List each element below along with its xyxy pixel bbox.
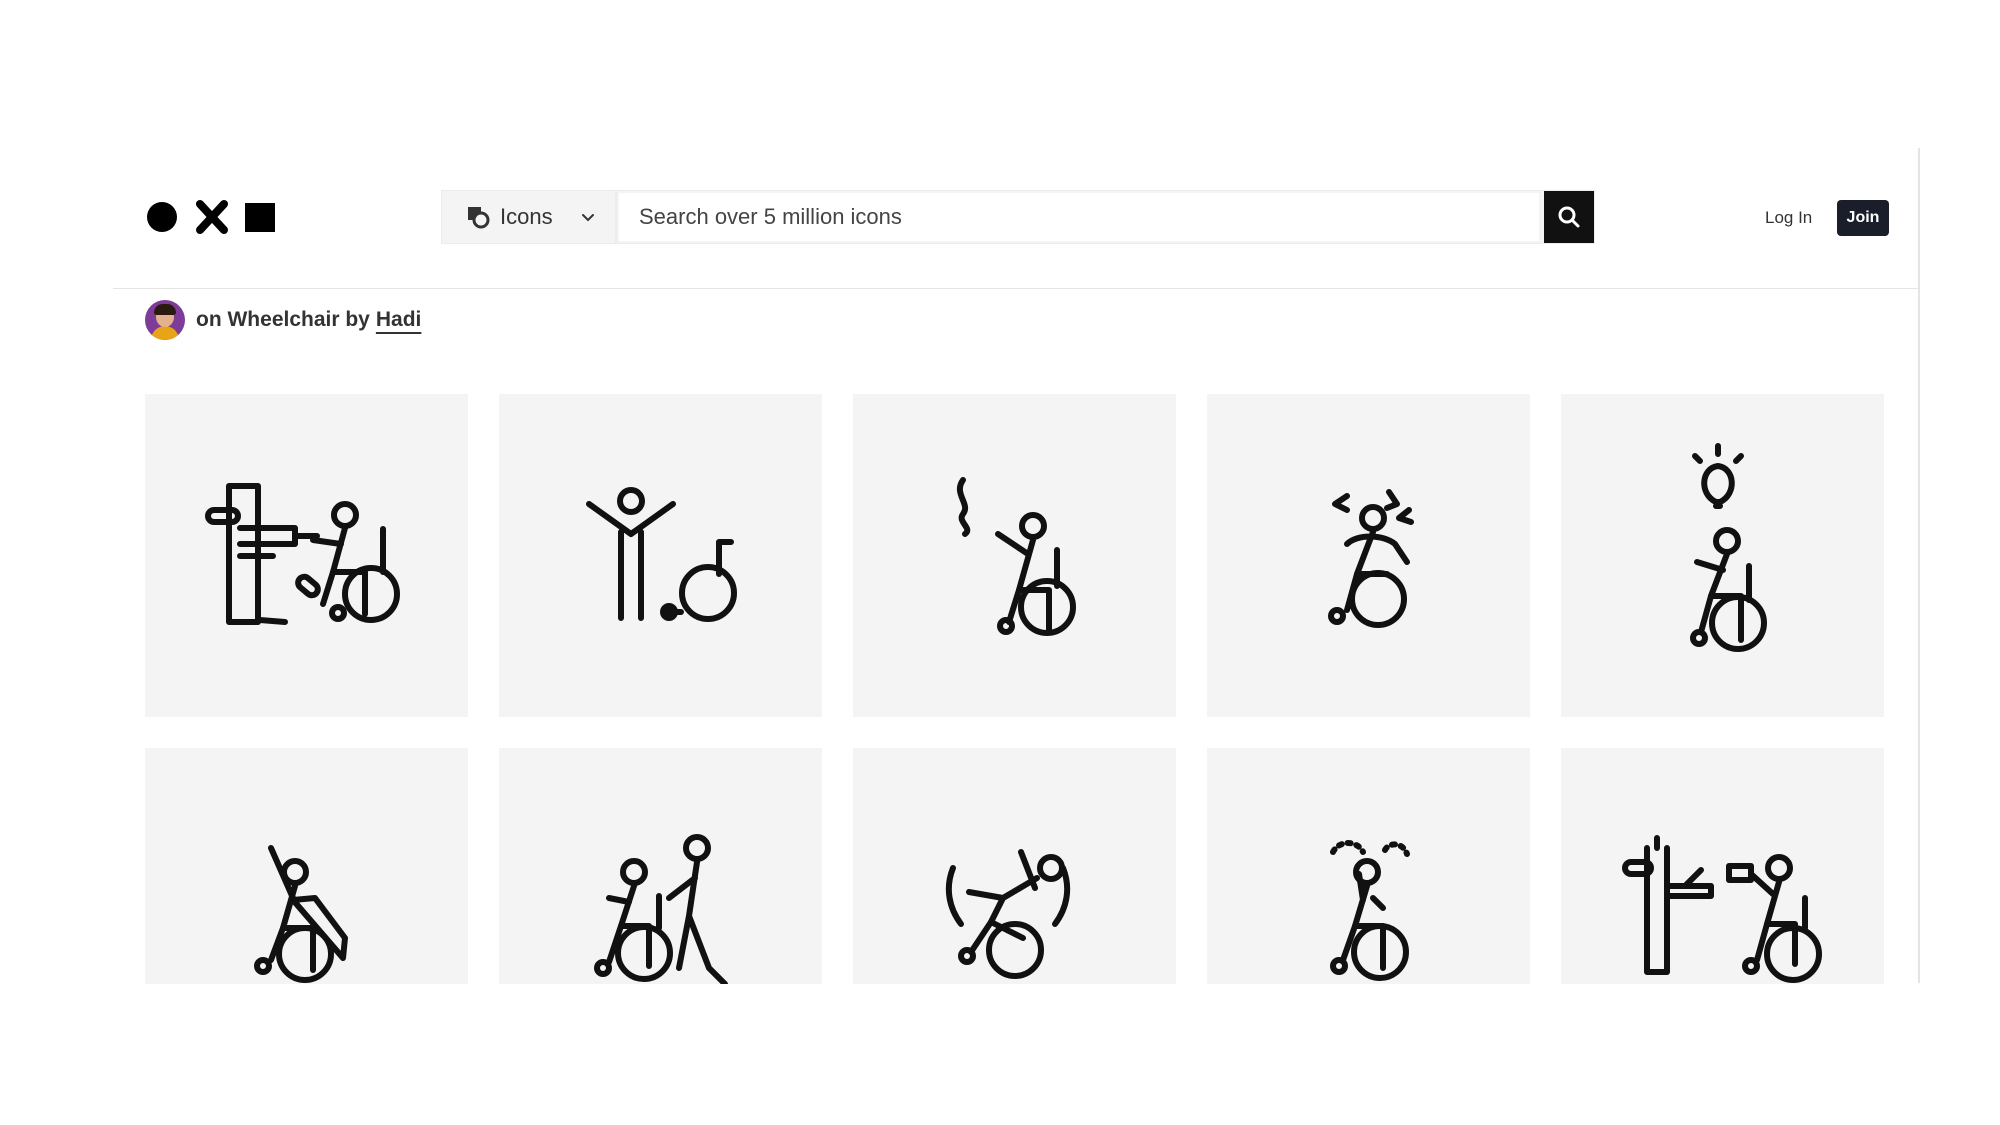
author-link[interactable]: Hadi: [376, 308, 422, 332]
icon-tile[interactable]: [1207, 748, 1530, 984]
square-icon: [245, 203, 275, 232]
wheelchair-user-confused-icon: [1330, 840, 1410, 981]
icon-tile[interactable]: [1561, 394, 1884, 717]
cross-icon: [196, 200, 228, 234]
search-button[interactable]: [1544, 191, 1594, 243]
person-with-empty-wheelchair-icon: [586, 487, 737, 622]
search-icon: [1558, 206, 1580, 228]
login-link[interactable]: Log In: [1765, 208, 1812, 228]
wheelchair-user-at-machine-icon: [1622, 835, 1822, 983]
join-button[interactable]: Join: [1837, 200, 1889, 236]
icons-type-icon: [468, 207, 490, 229]
search-type-select[interactable]: Icons: [442, 191, 617, 243]
icon-grid: [145, 394, 1885, 984]
icon-tile[interactable]: [1207, 394, 1530, 717]
collection-title: on Wheelchair by: [196, 308, 370, 331]
wheelchair-user-at-workbench-icon: [205, 483, 400, 625]
site-logo[interactable]: [145, 200, 277, 234]
wheelchair-user-superhero-icon: [254, 845, 348, 983]
page-edge-divider: [1918, 148, 1920, 983]
wheelchair-user-waving-icon: [956, 477, 1076, 636]
search-bar: Icons: [441, 190, 1595, 244]
icon-tile[interactable]: [499, 394, 822, 717]
wheelchair-user-stressed-icon: [1328, 489, 1414, 628]
person-pushing-wheelchair-icon: [594, 834, 728, 984]
avatar[interactable]: [145, 300, 185, 340]
header-divider: [113, 288, 1918, 289]
icon-tile[interactable]: [145, 748, 468, 984]
wheelchair-user-with-idea-icon: [1690, 443, 1767, 652]
search-input[interactable]: [619, 193, 1539, 241]
icon-tile[interactable]: [145, 394, 468, 717]
search-type-label: Icons: [500, 204, 553, 229]
site-header: Icons Log In Join: [113, 148, 1918, 288]
collection-header: on Wheelchair by Hadi: [145, 299, 421, 341]
wheelchair-user-falling-icon: [945, 849, 1071, 979]
icon-tile[interactable]: [853, 748, 1176, 984]
icon-tile[interactable]: [853, 394, 1176, 717]
icon-tile[interactable]: [1561, 748, 1884, 984]
circle-icon: [147, 202, 177, 232]
chevron-down-icon: [582, 214, 594, 222]
icon-tile[interactable]: [499, 748, 822, 984]
